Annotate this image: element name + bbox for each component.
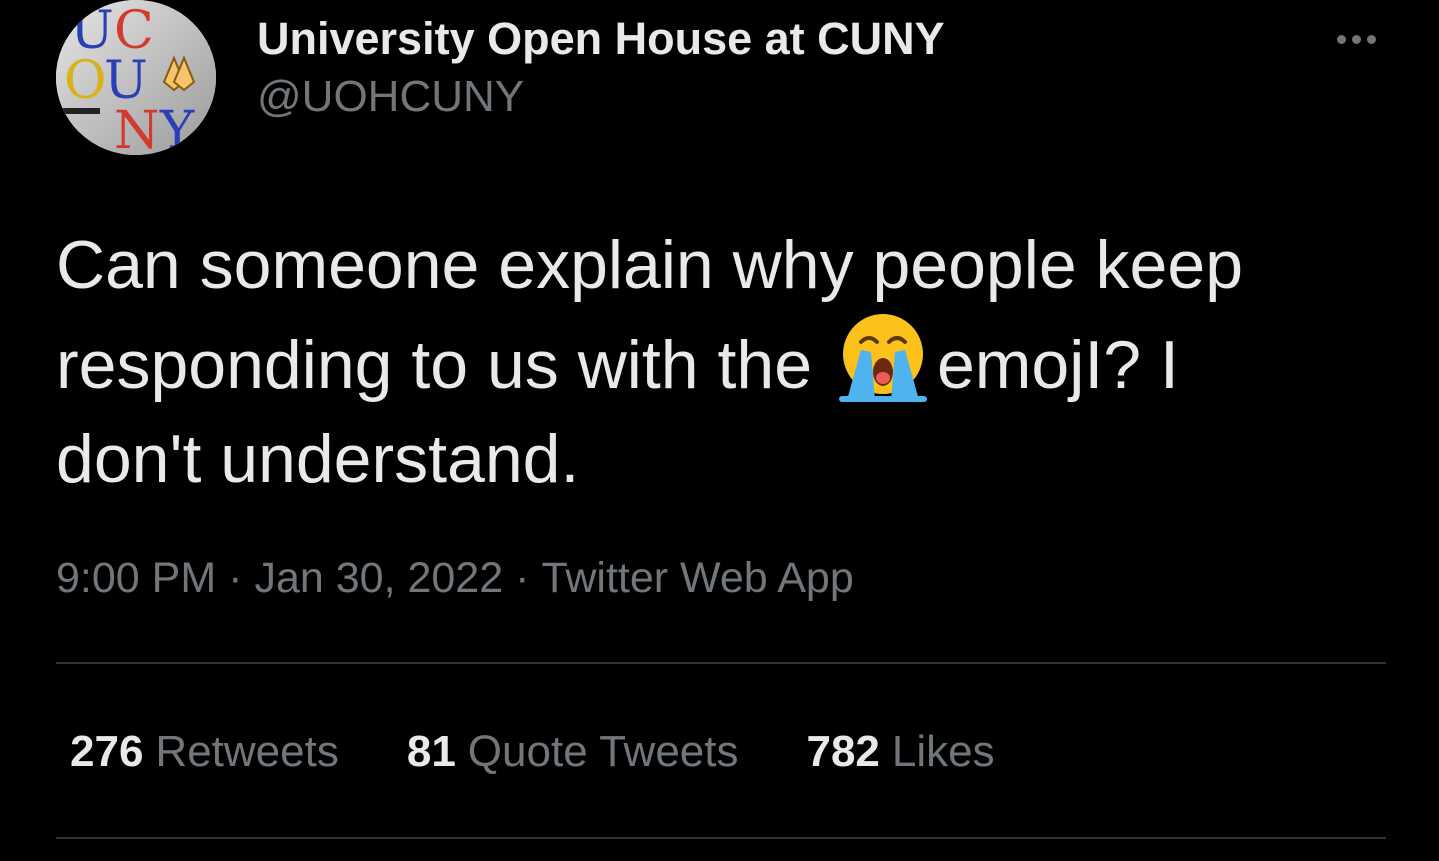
tweet-date[interactable]: Jan 30, 2022: [254, 554, 503, 602]
tweet-text-line-1: Can someone explain why people keep: [56, 227, 1244, 303]
more-horizontal-icon: [1336, 34, 1376, 44]
tweet-author: University Open House at CUNY @UOHCUNY: [257, 12, 945, 124]
tweet-text-line-3: don't understand.: [56, 421, 580, 497]
quote-tweets-label: Quote Tweets: [467, 727, 739, 776]
tweet-stats: 276 Retweets 81 Quote Tweets 782 Likes: [70, 722, 995, 782]
quote-tweets-count: 81: [406, 727, 456, 776]
meta-separator: ·: [515, 554, 530, 602]
tweet-text: Can someone explain why people keep resp…: [56, 218, 1416, 506]
author-display-name[interactable]: University Open House at CUNY: [257, 12, 945, 66]
retweets-count: 276: [70, 727, 144, 776]
retweets-stat[interactable]: 276 Retweets: [70, 722, 339, 782]
avatar-letter-n: N: [114, 101, 160, 155]
tweet-time[interactable]: 9:00 PM: [56, 554, 216, 602]
likes-count: 782: [806, 727, 880, 776]
author-handle[interactable]: @UOHCUNY: [257, 70, 945, 124]
divider: [56, 837, 1386, 839]
quote-tweets-stat[interactable]: 81 Quote Tweets: [407, 722, 739, 782]
tweet-source[interactable]: Twitter Web App: [541, 554, 853, 602]
divider: [56, 662, 1386, 664]
meta-separator: ·: [228, 554, 243, 602]
avatar-letter-o: O: [64, 51, 107, 111]
tweet-metadata: 9:00 PM · Jan 30, 2022 · Twitter Web App: [56, 548, 854, 608]
avatar-icon: U C O U N Y: [56, 0, 216, 155]
likes-label: Likes: [891, 727, 995, 776]
tweet-text-before-emoji: responding to us with the: [56, 327, 813, 403]
likes-stat[interactable]: 782 Likes: [806, 722, 994, 782]
avatar[interactable]: U C O U N Y: [56, 0, 216, 155]
avatar-letter-y: Y: [159, 101, 195, 155]
tweet-detail: U C O U N Y University Open House at CUN…: [0, 0, 1439, 861]
tweet-text-after-emoji: emojI? I: [936, 327, 1179, 403]
loudly-crying-face-icon: [838, 314, 927, 402]
retweets-label: Retweets: [155, 727, 339, 776]
more-options-button[interactable]: [1326, 24, 1386, 54]
tweet-text-line-2: responding to us with the emojI? I: [56, 312, 1416, 412]
